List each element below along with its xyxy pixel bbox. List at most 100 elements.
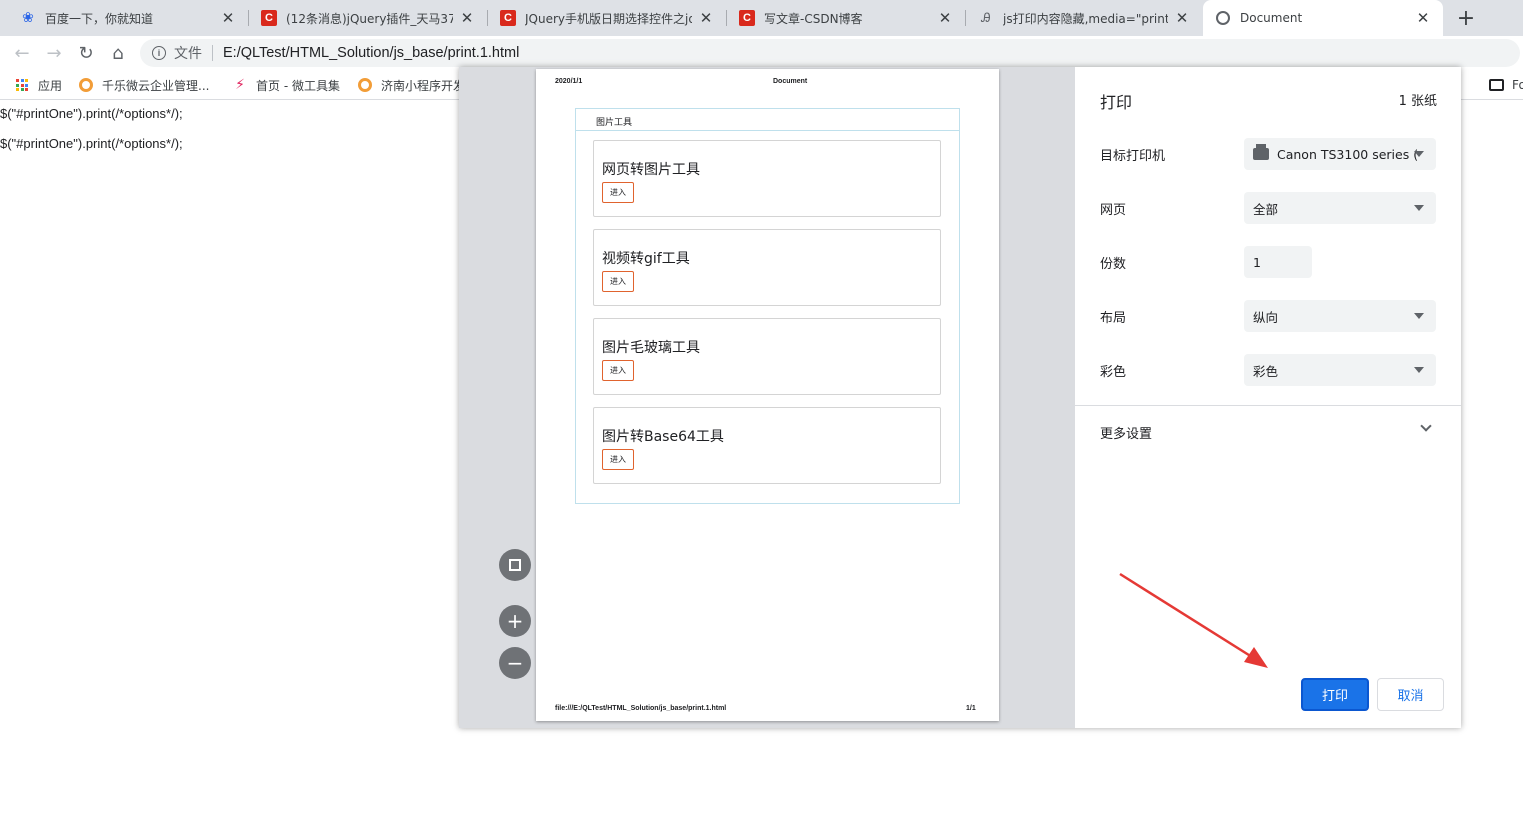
print-settings-panel: 打印 1 张纸 目标打印机 Canon TS3100 series ( 网页 全… [1075, 67, 1461, 728]
close-icon[interactable]: ✕ [459, 9, 475, 27]
code-line: $("#printOne").print(/*options*/); [0, 136, 183, 151]
tool-card: 网页转图片工具 进入 [593, 140, 941, 217]
bookmark-label: 济南小程序开发 [381, 78, 466, 93]
info-icon[interactable]: i [152, 46, 166, 60]
preview-footer-url: file:///E:/QLTest/HTML_Solution/js_base/… [555, 705, 727, 712]
reload-icon[interactable]: ↻ [73, 40, 99, 66]
url-text[interactable]: E:/QLTest/HTML_Solution/js_base/print.1.… [223, 45, 519, 61]
bookmark-label: 应用 [38, 78, 63, 93]
destination-label: 目标打印机 [1100, 149, 1166, 164]
color-select[interactable]: 彩色 [1244, 354, 1436, 386]
print-button[interactable]: 打印 [1301, 678, 1369, 711]
close-icon[interactable]: ✕ [220, 9, 236, 27]
cancel-button[interactable]: 取消 [1377, 678, 1444, 711]
tool-card-title: 网页转图片工具 [602, 162, 700, 178]
tab-strip: ❀ 百度一下，你就知道 ✕ C (12条消息)jQuery插件_天马379 ✕ … [0, 0, 1523, 36]
dropdown-caret-icon [1414, 313, 1424, 319]
toolbar: ← → ↻ ⌂ i 文件 E:/QLTest/HTML_Solution/js_… [0, 36, 1523, 70]
copies-input[interactable]: 1 [1244, 246, 1312, 278]
bookmark-apps[interactable]: 应用 [14, 75, 62, 95]
globe-icon [1215, 10, 1231, 26]
apps-grid-icon [14, 77, 30, 93]
csdn-icon: C [739, 10, 755, 26]
layout-value: 纵向 [1253, 309, 1279, 325]
csdn-icon: C [500, 10, 516, 26]
tab-document[interactable]: Document ✕ [1203, 0, 1443, 36]
close-icon[interactable]: ✕ [1415, 9, 1431, 27]
pink-logo-icon: ⚡ [235, 77, 245, 93]
tool-card-title: 视频转gif工具 [602, 251, 690, 267]
layout-label: 布局 [1100, 311, 1127, 326]
layout-select[interactable]: 纵向 [1244, 300, 1436, 332]
fit-to-page-icon[interactable] [499, 549, 531, 581]
bookmark-label: 首页 - 微工具集 [256, 78, 340, 93]
zoom-in-icon[interactable]: + [499, 605, 531, 637]
orange-ring-icon [78, 77, 94, 93]
tool-card: 图片转Base64工具 进入 [593, 407, 941, 484]
panel-title: 图片工具 [596, 118, 633, 128]
new-tab-icon[interactable]: + [1452, 4, 1480, 32]
tab-title: 写文章-CSDN博客 [764, 11, 863, 26]
chevron-down-icon[interactable] [1420, 420, 1432, 432]
close-icon[interactable]: ✕ [1174, 9, 1190, 27]
close-icon[interactable]: ✕ [698, 9, 714, 27]
scheme-label: 文件 [174, 46, 202, 62]
address-bar[interactable]: i 文件 E:/QLTest/HTML_Solution/js_base/pri… [140, 39, 1520, 67]
close-icon[interactable]: ✕ [937, 9, 953, 27]
forward-icon[interactable]: → [41, 40, 67, 66]
print-dialog: 2020/1/1 Document 图片工具 网页转图片工具 进入 视频转gif… [459, 67, 1461, 728]
enter-button: 进入 [602, 360, 634, 381]
preview-sheet: 2020/1/1 Document 图片工具 网页转图片工具 进入 视频转gif… [536, 69, 999, 721]
tool-card-title: 图片转Base64工具 [602, 429, 724, 445]
tool-card-title: 图片毛玻璃工具 [602, 340, 700, 356]
code-line: $("#printOne").print(/*options*/); [0, 106, 183, 121]
bookmark-label: Fo [1512, 78, 1523, 92]
enter-button: 进入 [602, 271, 634, 292]
color-value: 彩色 [1253, 363, 1279, 379]
preview-footer-page: 1/1 [966, 705, 976, 712]
dropdown-caret-icon [1414, 205, 1424, 211]
bookmark-folder[interactable]: Fo [1488, 75, 1523, 95]
back-icon[interactable]: ← [9, 40, 35, 66]
color-label: 彩色 [1100, 365, 1127, 380]
preview-header-date: 2020/1/1 [555, 78, 583, 85]
tab-title: (12条消息)jQuery插件_天马379 [286, 11, 453, 26]
copies-label: 份数 [1100, 257, 1127, 272]
bookmark-qianle[interactable]: 千乐微云企业管理... [78, 75, 209, 95]
pages-value: 全部 [1253, 201, 1279, 217]
home-icon[interactable]: ⌂ [105, 40, 131, 66]
pages-select[interactable]: 全部 [1244, 192, 1436, 224]
tab-title: js打印内容隐藏,media="print" [1003, 11, 1168, 26]
tool-card: 图片毛玻璃工具 进入 [593, 318, 941, 395]
bookmark-weitools[interactable]: ⚡ 首页 - 微工具集 [232, 75, 340, 95]
tool-card: 视频转gif工具 进入 [593, 229, 941, 306]
panel-divider [576, 130, 959, 131]
dropdown-caret-icon [1414, 151, 1424, 157]
tab-csdn-write[interactable]: C 写文章-CSDN博客 ✕ [727, 0, 965, 36]
tab-title: 百度一下，你就知道 [45, 11, 154, 26]
bookmark-jinan[interactable]: 济南小程序开发 [357, 75, 465, 95]
page-icon: Ꭿ [981, 10, 991, 26]
tab-title: JQuery手机版日期选择控件之jda [525, 11, 692, 26]
omnibox-divider [212, 45, 213, 61]
bookmark-label: 千乐微云企业管理... [102, 78, 210, 93]
orange-ring-icon [357, 77, 373, 93]
zoom-out-icon[interactable]: − [499, 647, 531, 679]
destination-value: Canon TS3100 series ( [1277, 146, 1417, 162]
preview-header-title: Document [773, 78, 808, 85]
print-title: 打印 [1100, 93, 1133, 112]
dropdown-caret-icon [1414, 367, 1424, 373]
more-settings-toggle[interactable]: 更多设置 [1100, 423, 1152, 442]
copies-value: 1 [1253, 254, 1261, 270]
print-preview-area: 2020/1/1 Document 图片工具 网页转图片工具 进入 视频转gif… [459, 67, 1075, 728]
printer-icon [1253, 144, 1269, 160]
baidu-icon: ❀ [22, 10, 34, 26]
sheet-count: 1 张纸 [1398, 94, 1437, 109]
destination-select[interactable]: Canon TS3100 series ( [1244, 138, 1436, 170]
tab-jquery-plugin[interactable]: C (12条消息)jQuery插件_天马379 ✕ [249, 0, 487, 36]
tab-js-print[interactable]: Ꭿ js打印内容隐藏,media="print" ✕ [966, 0, 1202, 36]
csdn-icon: C [261, 10, 277, 26]
tab-baidu[interactable]: ❀ 百度一下，你就知道 ✕ [8, 0, 248, 36]
tab-title: Document [1240, 11, 1303, 25]
tab-jquery-date[interactable]: C JQuery手机版日期选择控件之jda ✕ [488, 0, 726, 36]
